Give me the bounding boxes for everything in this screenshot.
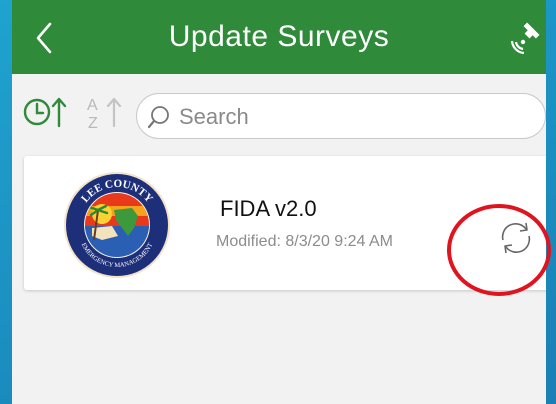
chevron-left-icon <box>36 22 52 54</box>
gps-button[interactable] <box>508 18 544 58</box>
svg-text:A: A <box>87 97 98 114</box>
refresh-icon <box>501 222 531 254</box>
survey-card[interactable]: LEE COUNTY EMERGENCY MANAGEMENT FIDA v2.… <box>24 156 546 290</box>
toolbar: A Z <box>12 74 546 150</box>
sort-alphabetical-button[interactable]: A Z <box>84 94 130 132</box>
app-window: Update Surveys A Z Search LEE COUNTY EME… <box>12 0 546 404</box>
search-box[interactable] <box>136 93 546 139</box>
survey-name: FIDA v2.0 <box>220 196 317 221</box>
page-title: Update Surveys <box>168 20 390 53</box>
search-input[interactable] <box>177 100 521 134</box>
update-survey-button[interactable] <box>496 218 536 258</box>
header-bar: Update Surveys <box>12 0 546 74</box>
lee-county-logo: LEE COUNTY EMERGENCY MANAGEMENT <box>64 172 170 278</box>
clock-sort-icon <box>23 97 67 128</box>
search-icon <box>147 106 169 129</box>
svg-text:Z: Z <box>88 115 98 130</box>
back-button[interactable] <box>26 18 62 58</box>
survey-modified-date: Modified: 8/3/20 9:24 AM <box>216 233 393 250</box>
satellite-icon <box>510 22 540 54</box>
alpha-sort-icon: A Z <box>87 97 122 132</box>
sort-by-time-button[interactable] <box>22 94 72 130</box>
